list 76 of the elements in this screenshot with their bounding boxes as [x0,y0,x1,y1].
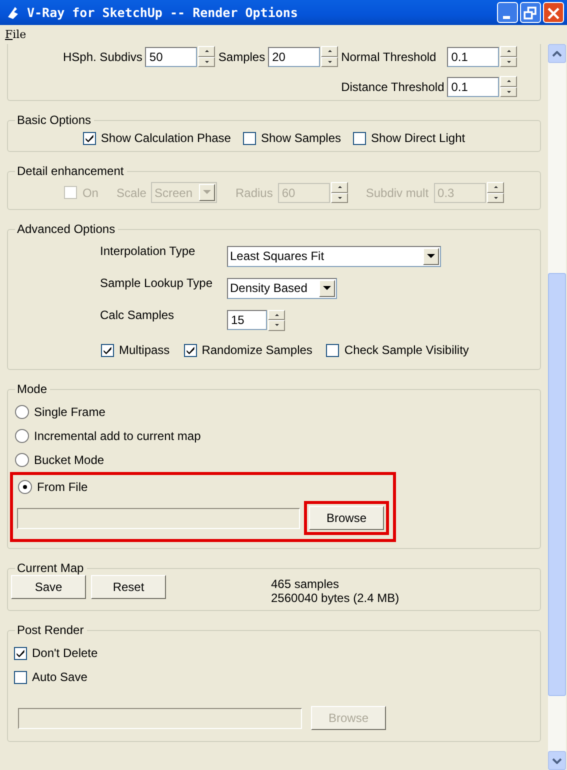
caret-icon [427,254,435,258]
map-info-text: 465 samples [271,577,340,591]
minimize-button[interactable] [497,2,518,23]
scroll-down-button[interactable] [548,751,566,770]
checkbox-label: Show Samples [260,131,342,145]
menu-item[interactable]: File [5,28,26,41]
radio-label: Single Frame [34,405,106,419]
spin-buttons[interactable] [500,46,518,67]
field-label: Sample Lookup Type [99,275,214,290]
spin-buttons[interactable] [321,46,338,67]
map-button[interactable]: Reset [91,575,166,599]
field-label: Distance Threshold [341,80,444,94]
field-label: Calc Samples [99,307,176,322]
checkbox-label: Show Direct Light [371,131,466,145]
close-button[interactable] [543,2,564,23]
group-title: Basic Options [16,113,92,127]
group-title: Mode [16,382,48,396]
scrollbar-thumb[interactable] [548,273,566,696]
radio-button[interactable] [15,405,29,419]
checkbox-label: Multipass [119,343,170,357]
number-field[interactable]: 20 [268,46,320,66]
browse-button[interactable]: Browse [309,506,384,530]
group-title: Advanced Options [16,222,116,236]
file-path-field[interactable] [17,508,300,528]
checkbox[interactable] [242,132,256,144]
number-field[interactable]: 50 [145,46,198,66]
number-field[interactable]: 15 [227,310,267,330]
checkbox[interactable] [82,132,96,144]
scrollbar[interactable] [548,44,566,770]
checkbox[interactable] [14,670,27,684]
map-button[interactable]: Save [11,575,86,599]
group-title: Detail enhancement [16,164,125,178]
minimize-icon [503,16,510,19]
chevron-up-icon [552,50,562,56]
radio-label: Incremental add to current map [34,429,201,443]
checkbox[interactable] [353,132,366,144]
checkbox-label: Auto Save [32,670,88,684]
radio-label: Bucket Mode [34,453,104,467]
spin-buttons[interactable] [198,46,216,67]
window-title: V-Ray for SketchUp -- Render Options [27,5,299,20]
caret-icon [323,286,331,290]
field-label: HSph. Subdivs [63,50,142,64]
dropdown[interactable]: Density Based [227,278,337,298]
checkbox-label: Randomize Samples [202,343,312,357]
radio-button[interactable] [15,453,29,467]
map-info-text: 2560040 bytes (2.4 MB) [271,591,400,605]
spin-buttons[interactable] [268,310,285,330]
scroll-up-button[interactable] [548,44,566,63]
chevron-down-icon [552,758,562,764]
checkbox[interactable] [101,344,114,356]
field-label: Normal Threshold [341,50,436,64]
spin-buttons[interactable] [500,76,518,97]
caret-icon [203,190,212,195]
dropdown[interactable]: Least Squares Fit [227,246,441,266]
field-label: Interpolation Type [99,243,196,258]
checkbox[interactable] [184,344,197,356]
checkbox-label: On [82,186,98,200]
field-label: Radius [235,186,273,200]
checkbox[interactable] [326,344,340,356]
radio-button[interactable] [15,429,29,443]
field-label: Samples [218,50,266,64]
group-title: Current Map [16,561,85,575]
number-field[interactable]: 0.1 [447,76,500,96]
restore-button[interactable] [520,2,541,23]
group-title: Post Render [16,623,85,637]
field-label: Subdiv mult [366,186,429,200]
radio-button[interactable] [18,480,32,494]
app-logo-icon [5,4,21,20]
checkbox-label: Don't Delete [32,646,98,660]
number-field[interactable]: 0.1 [447,46,500,66]
radio-label: From File [37,480,88,494]
file-path-field[interactable] [18,708,302,728]
checkbox[interactable] [14,646,27,660]
checkbox-label: Show Calculation Phase [100,131,231,145]
field-label: Scale [116,186,146,200]
checkbox-label: Check Sample Visibility [344,343,469,357]
